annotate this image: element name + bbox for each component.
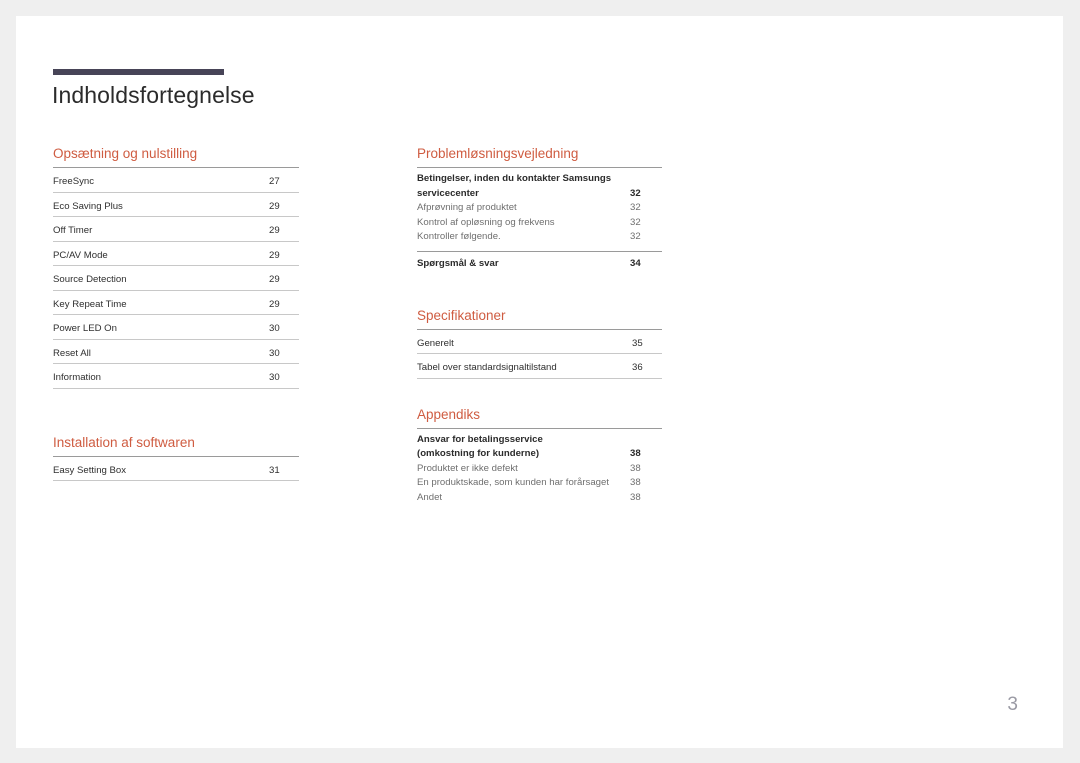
toc-entry-label: Eco Saving Plus [53, 200, 123, 212]
section-rows: Easy Setting Box 31 [53, 455, 299, 481]
toc-entry-page: 38 [630, 448, 641, 460]
toc-entry-label: Produktet er ikke defekt [417, 462, 518, 474]
toc-section-problemloesningsvejledning: Problemløsningsvejledning Betingelser, i… [417, 146, 662, 272]
toc-entry-page: 30 [269, 323, 280, 334]
toc-entry-produktet-er-ikke-defekt[interactable]: Produktet er ikke defekt 38 [417, 462, 662, 477]
toc-entry-label: Spørgsmål & svar [417, 257, 499, 269]
section-rows: Generelt 35 Tabel over standardsignaltil… [417, 328, 662, 379]
toc-entry-label: Andet [417, 491, 443, 503]
section-heading: Installation af softwaren [53, 434, 195, 450]
toc-entry-page: 31 [269, 464, 280, 476]
toc-entry-label: Easy Setting Box [53, 464, 127, 476]
toc-entry-ansvar-for-betalingsservice[interactable]: Ansvar for betalingsservice [417, 433, 662, 448]
toc-entry-label: Off Timer [53, 225, 93, 236]
section-rows: Ansvar for betalingsservice (omkostning … [417, 427, 662, 506]
toc-entry-page: 38 [630, 491, 641, 503]
section-heading: Opsætning og nulstilling [53, 146, 198, 161]
toc-entry-label: Betingelser, inden du kontakter Samsungs [417, 173, 612, 184]
toc-entry-off-timer[interactable]: Off Timer 29 [53, 217, 299, 242]
toc-entry-page: 29 [269, 249, 280, 261]
toc-entry-page: 27 [269, 176, 280, 187]
toc-entry-page: 29 [269, 274, 280, 285]
section-heading: Problemløsningsvejledning [417, 146, 579, 161]
toc-section-installation-af-softwaren: Installation af softwaren Easy Setting B… [53, 434, 299, 481]
toc-entry-label: Afprøvning af produktet [417, 202, 517, 214]
toc-column-left: Opsætning og nulstilling FreeSync 27 Eco… [53, 146, 299, 481]
toc-entry-betingelser-inden-du-kontakter-samsungs[interactable]: Betingelser, inden du kontakter Samsungs [417, 172, 662, 187]
toc-entry-label: Power LED On [53, 323, 117, 334]
toc-entry-label: Kontrol af opløsning og frekvens [417, 216, 555, 228]
toc-entry-page: 29 [269, 225, 280, 236]
toc-entry-page: 29 [269, 298, 280, 310]
toc-entry-label: FreeSync [53, 176, 95, 187]
toc-entry-source-detection[interactable]: Source Detection 29 [53, 266, 299, 291]
toc-entry-label: Reset All [53, 347, 91, 359]
page-title: Indholdsfortegnelse [52, 82, 255, 108]
toc-entry-page: 35 [632, 337, 643, 349]
document-page: Indholdsfortegnelse Opsætning og nulstil… [16, 16, 1063, 748]
toc-entry-label: Information [53, 372, 101, 383]
title-rule [53, 69, 224, 75]
toc-entry-page: 32 [630, 216, 641, 228]
toc-entry-page: 32 [630, 231, 641, 243]
toc-entry-tabel-over-standardsignaltilstand[interactable]: Tabel over standardsignaltilstand 36 [417, 354, 662, 379]
toc-column-right: Problemløsningsvejledning Betingelser, i… [417, 146, 662, 506]
toc-entry-freesync[interactable]: FreeSync 27 [53, 168, 299, 193]
toc-entry-label: En produktskade, som kunden har forårsag… [417, 477, 609, 489]
toc-entry-servicecenter[interactable]: servicecenter 32 [417, 187, 662, 202]
page-number: 3 [1007, 694, 1018, 715]
toc-entry-label: Kontroller følgende. [417, 231, 501, 243]
toc-entry-afproevning-af-produktet[interactable]: Afprøvning af produktet 32 [417, 201, 662, 216]
toc-entry-page: 34 [630, 257, 641, 269]
toc-entry-page: 29 [269, 200, 280, 212]
toc-entry-label: PC/AV Mode [53, 249, 108, 261]
toc-entry-page: 32 [630, 187, 641, 199]
section-heading: Appendiks [417, 406, 481, 422]
toc-entry-power-led-on[interactable]: Power LED On 30 [53, 315, 299, 340]
toc-entry-key-repeat-time[interactable]: Key Repeat Time 29 [53, 291, 299, 315]
toc-section-opsaetning-og-nulstilling: Opsætning og nulstilling FreeSync 27 Eco… [53, 146, 299, 389]
toc-entry-page: 38 [630, 462, 641, 474]
toc-entry-kontroller-foelgende[interactable]: Kontroller følgende. 32 [417, 230, 662, 245]
toc-entry-label: Key Repeat Time [53, 298, 127, 310]
toc-entry-en-produktskade-som-kunden-har-foraarsaget[interactable]: En produktskade, som kunden har forårsag… [417, 476, 662, 491]
toc-entry-page: 30 [269, 372, 280, 383]
toc-section-appendiks: Appendiks Ansvar for betalingsservice (o… [417, 407, 662, 506]
section-rows: Betingelser, inden du kontakter Samsungs… [417, 167, 662, 272]
section-rows: FreeSync 27 Eco Saving Plus 29 Off Timer… [53, 167, 299, 389]
toc-entry-easy-setting-box[interactable]: Easy Setting Box 31 [53, 457, 299, 481]
section-heading: Specifikationer [417, 307, 506, 323]
toc-entry-eco-saving-plus[interactable]: Eco Saving Plus 29 [53, 193, 299, 217]
toc-entry-page: 30 [269, 347, 280, 359]
toc-entry-page: 38 [630, 477, 641, 489]
toc-entry-label: Tabel over standardsignaltilstand [417, 362, 557, 374]
toc-entry-generelt[interactable]: Generelt 35 [417, 330, 662, 355]
toc-section-specifikationer: Specifikationer Generelt 35 Tabel over s… [417, 308, 662, 379]
toc-entry-label: Ansvar for betalingsservice [417, 433, 543, 445]
toc-entry-label: (omkostning for kunderne) [417, 448, 540, 460]
toc-entry-pc-av-mode[interactable]: PC/AV Mode 29 [53, 242, 299, 266]
section-divider: Spørgsmål & svar 34 [417, 250, 662, 272]
toc-entry-label: Generelt [417, 337, 454, 349]
toc-entry-spoergsmaal-og-svar[interactable]: Spørgsmål & svar 34 [417, 257, 662, 272]
toc-entry-kontrol-af-oploesning-og-frekvens[interactable]: Kontrol af opløsning og frekvens 32 [417, 216, 662, 231]
toc-entry-label: servicecenter [417, 187, 479, 199]
toc-entry-label: Source Detection [53, 274, 127, 285]
toc-entry-reset-all[interactable]: Reset All 30 [53, 340, 299, 364]
toc-entry-page: 36 [632, 362, 643, 374]
toc-entry-page: 32 [630, 202, 641, 214]
toc-entry-andet[interactable]: Andet 38 [417, 491, 662, 506]
toc-entry-information[interactable]: Information 30 [53, 364, 299, 389]
toc-entry-omkostning-for-kunderne[interactable]: (omkostning for kunderne) 38 [417, 447, 662, 462]
